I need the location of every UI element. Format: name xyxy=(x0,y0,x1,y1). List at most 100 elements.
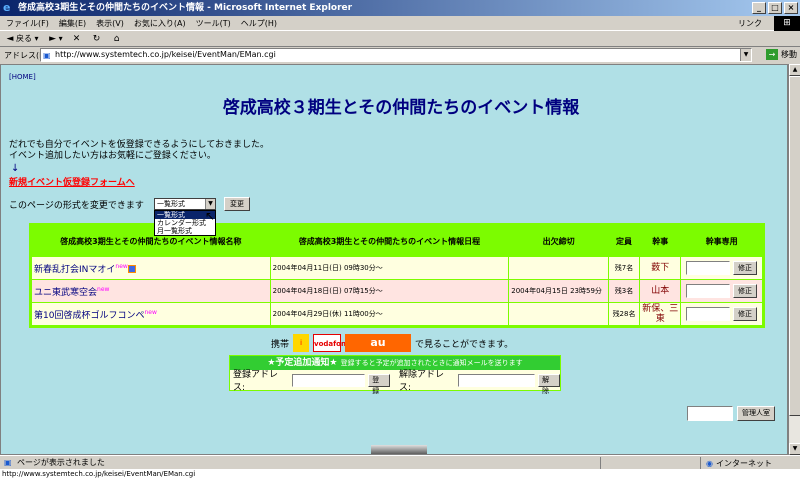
home-icon[interactable]: ⌂ xyxy=(111,33,123,45)
event-table: 啓成高校3期生とその仲間たちのイベント情報名称 啓成高校3期生とその仲間たちのイ… xyxy=(29,223,765,328)
event-manager: 新保、三東 xyxy=(640,303,681,325)
admin-password-input[interactable] xyxy=(686,284,731,298)
event-deadline xyxy=(509,257,608,279)
admin-password-input[interactable] xyxy=(686,307,731,321)
address-input[interactable]: ▣ http://www.systemtech.co.jp/keisei/Eve… xyxy=(40,48,752,62)
notify-note: 登録すると予定が追加されたときに通知メールを送ります xyxy=(340,359,523,367)
register-address-input[interactable] xyxy=(292,373,366,387)
forward-button[interactable]: ► ▾ xyxy=(47,33,62,45)
home-link[interactable]: [HOME] xyxy=(9,73,36,81)
status-text: ページが表示されました xyxy=(17,458,105,467)
minimize-button[interactable]: _ xyxy=(752,2,766,14)
mouse-cursor-icon: ↖ xyxy=(205,209,216,223)
page-title: 啓成高校３期生とその仲間たちのイベント情報 xyxy=(222,98,580,118)
admin-room-button[interactable]: 管理人室 xyxy=(737,406,775,421)
table-row: ユニ東武寒空会new 2004年04月18日(日) 07時15分～ 2004年0… xyxy=(32,280,762,302)
address-url: http://www.systemtech.co.jp/keisei/Event… xyxy=(55,50,276,59)
register-button[interactable]: 登録 xyxy=(368,373,391,395)
event-name-cell: 新春乱打会INマオイnew xyxy=(32,257,270,279)
au-icon[interactable]: au xyxy=(345,334,412,352)
status-divider xyxy=(600,457,601,469)
col-header-manager: 幹事 xyxy=(640,226,681,256)
format-selected-value: 一覧形式 xyxy=(157,200,185,208)
menu-favorites[interactable]: お気に入り(A) xyxy=(134,18,186,29)
scroll-thumb[interactable] xyxy=(789,76,800,416)
intro-line-2: イベント追加したい方はお気軽にご登録ください。 xyxy=(9,151,216,161)
back-button[interactable]: ◄ 戻る ▾ xyxy=(4,33,39,45)
status-bar: ▣ ページが表示されました ◉ インターネット xyxy=(0,455,800,469)
links-label[interactable]: リンク xyxy=(738,18,762,29)
new-badge: new xyxy=(115,262,128,270)
page-content: [HOME] 啓成高校３期生とその仲間たちのイベント情報 だれでも自分でイベント… xyxy=(0,64,788,455)
footer-image xyxy=(371,445,427,454)
format-option-monthly[interactable]: 月一覧形式 xyxy=(155,227,215,235)
windows-logo-icon: ⊞ xyxy=(774,16,800,31)
event-name-link[interactable]: 第10回啓成杯ゴルフコンペ xyxy=(34,311,144,321)
menu-tools[interactable]: ツール(T) xyxy=(196,18,231,29)
table-header-row: 啓成高校3期生とその仲間たちのイベント情報名称 啓成高校3期生とその仲間たちのイ… xyxy=(32,226,762,256)
vertical-scrollbar[interactable]: ▲ ▼ xyxy=(788,64,800,455)
event-name-cell: ユニ東武寒空会new xyxy=(32,280,270,302)
admin-password-input[interactable] xyxy=(686,261,731,275)
event-capacity: 残3名 xyxy=(608,280,640,302)
mobile-info: 携帯 i vodafone au で見ることができます。 xyxy=(271,333,513,353)
format-label: このページの形式を変更できます xyxy=(9,201,144,211)
go-arrow-icon: → xyxy=(766,49,778,60)
cancel-address-input[interactable] xyxy=(458,373,536,387)
event-date: 2004年04月29日(休) 11時00分～ xyxy=(270,303,509,325)
register-address-label: 登録アドレス: xyxy=(233,370,279,393)
notify-body: 登録アドレス: 登録 解除アドレス: 解除 xyxy=(230,370,560,395)
event-manager: 薮下 xyxy=(640,257,681,279)
admin-area: 管理人室 xyxy=(687,406,775,421)
new-badge: new xyxy=(144,308,157,316)
toolbar: ◄ 戻る ▾ ► ▾ ✕ ↻ ⌂ xyxy=(0,31,800,47)
bottom-url-bar: http://www.systemtech.co.jp/keisei/Event… xyxy=(0,469,800,480)
col-header-date: 啓成高校3期生とその仲間たちのイベント情報日程 xyxy=(270,226,509,256)
admin-cell: 修正 xyxy=(681,280,762,302)
forward-arrow-icon: ► xyxy=(49,33,57,44)
new-badge: new xyxy=(97,285,110,293)
close-button[interactable]: × xyxy=(784,2,798,14)
menu-view[interactable]: 表示(V) xyxy=(96,18,124,29)
event-capacity: 残28名 xyxy=(608,303,640,325)
scroll-down-icon[interactable]: ▼ xyxy=(789,443,800,455)
mobile-prefix: 携帯 xyxy=(271,339,290,350)
event-date: 2004年04月18日(日) 07時15分～ xyxy=(270,280,509,302)
event-deadline: 2004年04月15日 23時59分 xyxy=(509,280,608,302)
edit-button[interactable]: 修正 xyxy=(732,261,757,275)
event-name-link[interactable]: ユニ東武寒空会 xyxy=(34,288,97,298)
notify-panel: ★予定追加通知★ 登録すると予定が追加されたときに通知メールを送ります 登録アド… xyxy=(229,355,561,395)
stop-icon[interactable]: ✕ xyxy=(71,33,83,45)
down-arrow-icon: ↓ xyxy=(11,163,20,174)
imode-icon[interactable]: i xyxy=(293,334,310,352)
edit-button[interactable]: 修正 xyxy=(732,284,757,298)
address-bar: アドレス(D) ▣ http://www.systemtech.co.jp/ke… xyxy=(0,47,800,63)
change-format-button[interactable]: 変更 xyxy=(224,197,250,211)
select-arrow-icon[interactable]: ▼ xyxy=(205,199,215,209)
col-header-name: 啓成高校3期生とその仲間たちのイベント情報名称 xyxy=(32,226,270,256)
go-button[interactable]: → 移動 xyxy=(766,49,797,60)
vodafone-icon[interactable]: vodafone xyxy=(313,334,351,352)
maximize-button[interactable]: □ xyxy=(768,2,782,14)
menu-file[interactable]: ファイル(F) xyxy=(6,18,49,29)
col-header-admin: 幹事専用 xyxy=(681,226,762,256)
menu-bar: ファイル(F) 編集(E) 表示(V) お気に入り(A) ツール(T) ヘルプ(… xyxy=(0,16,800,31)
menu-help[interactable]: ヘルプ(H) xyxy=(241,18,277,29)
edit-button[interactable]: 修正 xyxy=(732,307,757,321)
cancel-address-label: 解除アドレス: xyxy=(399,370,445,393)
refresh-icon[interactable]: ↻ xyxy=(91,33,103,45)
event-name-link[interactable]: 新春乱打会INマオイ xyxy=(34,265,115,275)
admin-login-input[interactable] xyxy=(687,406,733,421)
globe-icon: ◉ xyxy=(706,459,713,468)
window-controls: _ □ × xyxy=(752,2,798,14)
new-event-form-link[interactable]: 新規イベント仮登録フォームへ xyxy=(9,175,135,188)
security-zone: ◉ インターネット xyxy=(706,459,772,468)
event-capacity: 残7名 xyxy=(608,257,640,279)
page-done-icon: ▣ xyxy=(4,457,12,467)
table-row: 新春乱打会INマオイnew 2004年04月11日(日) 09時30分～ 残7名… xyxy=(32,257,762,279)
menu-edit[interactable]: 編集(E) xyxy=(59,18,86,29)
scroll-up-icon[interactable]: ▲ xyxy=(789,64,800,76)
address-dropdown-icon[interactable]: ▼ xyxy=(740,49,751,61)
event-manager: 山本 xyxy=(640,280,681,302)
cancel-button[interactable]: 解除 xyxy=(538,373,560,395)
